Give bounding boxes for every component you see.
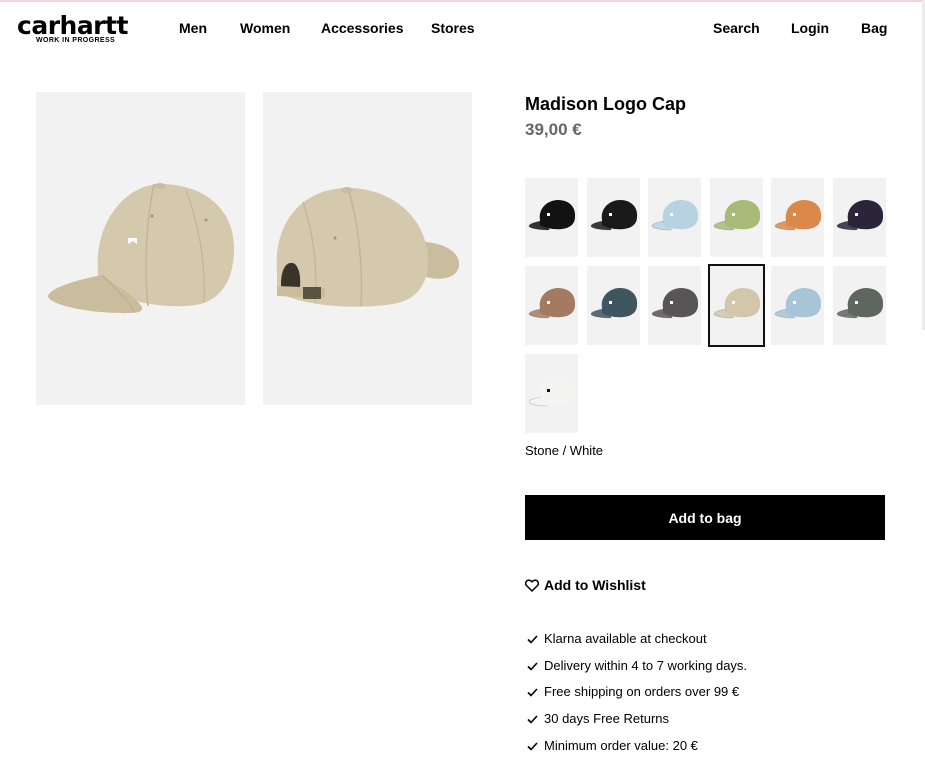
cap-thumbnail	[651, 200, 699, 231]
color-swatch-tan[interactable]	[525, 266, 578, 345]
checkmark-icon	[527, 714, 538, 724]
color-swatch-smoke-green[interactable]	[833, 266, 886, 345]
usp-text: 30 days Free Returns	[544, 711, 670, 726]
search-link[interactable]: Search	[713, 20, 760, 37]
usp-item: 30 days Free Returns	[527, 711, 669, 727]
carhartt-logo[interactable]: carhartt WORK IN PROGRESS	[17, 12, 145, 46]
color-swatch-sky-blue[interactable]	[771, 266, 824, 345]
nav-accessories[interactable]: Accessories	[321, 20, 404, 37]
cap-thumbnail	[590, 200, 638, 231]
cap-back-image	[276, 187, 460, 307]
color-swatch-light-blue[interactable]	[648, 178, 701, 257]
cap-thumbnail	[836, 288, 884, 319]
logo-tagline: WORK IN PROGRESS	[36, 37, 116, 44]
add-to-wishlist-button[interactable]: Add to Wishlist	[525, 576, 646, 594]
add-to-bag-button[interactable]: Add to bag	[525, 495, 885, 540]
product-title: Madison Logo Cap	[525, 94, 686, 114]
color-swatch-white[interactable]	[525, 354, 578, 433]
cap-thumbnail	[528, 200, 576, 231]
wishlist-label: Add to Wishlist	[544, 577, 646, 593]
nav-women[interactable]: Women	[240, 20, 290, 37]
site-header: carhartt WORK IN PROGRESS Men Women Acce…	[0, 2, 925, 54]
heart-icon	[525, 578, 539, 592]
color-swatch-black-2[interactable]	[587, 178, 640, 257]
color-swatch-light-green[interactable]	[710, 178, 763, 257]
usp-text: Free shipping on orders over 99 €	[544, 684, 740, 699]
cap-thumbnail	[774, 288, 822, 319]
color-swatch-slate[interactable]	[587, 266, 640, 345]
checkmark-icon	[527, 661, 538, 671]
usp-text: Klarna available at checkout	[544, 631, 707, 646]
cap-thumbnail	[713, 200, 761, 231]
checkmark-icon	[527, 634, 538, 644]
cap-thumbnail	[528, 376, 576, 407]
color-swatch-orange[interactable]	[771, 178, 824, 257]
usp-item: Delivery within 4 to 7 working days.	[527, 658, 747, 674]
bag-link[interactable]: Bag	[861, 20, 887, 37]
product-image-front[interactable]	[36, 92, 245, 405]
product-price: 39,00 €	[525, 120, 582, 139]
usp-item: Minimum order value: 20 €	[527, 738, 698, 754]
product-image-back[interactable]	[263, 92, 472, 405]
nav-stores[interactable]: Stores	[431, 20, 475, 37]
login-link[interactable]: Login	[791, 20, 829, 37]
checkmark-icon	[527, 687, 538, 697]
usp-text: Delivery within 4 to 7 working days.	[544, 658, 748, 673]
cap-thumbnail	[713, 288, 761, 319]
selected-color-name: Stone / White	[525, 443, 604, 458]
logo-wordmark: carhartt	[17, 11, 128, 40]
nav-men[interactable]: Men	[179, 20, 207, 37]
color-swatch-dark-purple[interactable]	[833, 178, 886, 257]
color-swatch-black[interactable]	[525, 178, 578, 257]
usp-text: Minimum order value: 20 €	[544, 738, 698, 753]
checkmark-icon	[527, 741, 538, 751]
cap-thumbnail	[651, 288, 699, 319]
cap-thumbnail	[774, 200, 822, 231]
cap-front-image	[48, 183, 235, 314]
usp-item: Klarna available at checkout	[527, 631, 707, 647]
cap-thumbnail	[528, 288, 576, 319]
cap-thumbnail	[836, 200, 884, 231]
cap-thumbnail	[590, 288, 638, 319]
color-swatch-stone[interactable]	[708, 264, 765, 347]
color-swatch-charcoal[interactable]	[648, 266, 701, 345]
usp-item: Free shipping on orders over 99 €	[527, 684, 739, 700]
